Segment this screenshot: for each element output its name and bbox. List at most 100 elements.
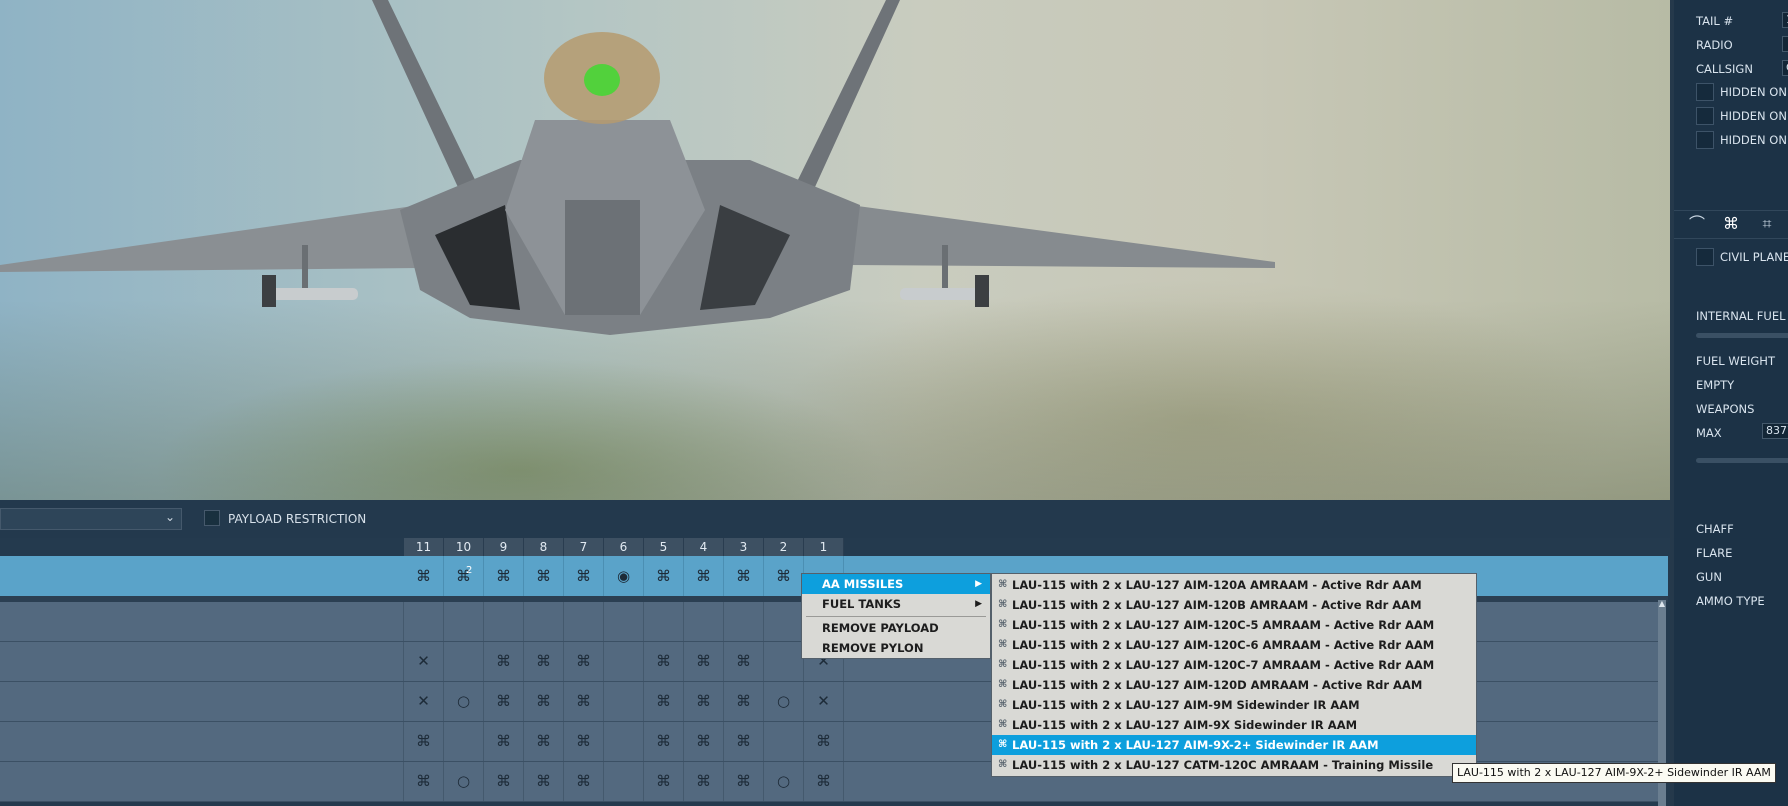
- row-label-cell[interactable]: [0, 762, 404, 801]
- station-header-10[interactable]: 10: [444, 538, 484, 556]
- station-cell-2[interactable]: [764, 722, 804, 761]
- scroll-up-icon[interactable]: ▲: [1658, 600, 1666, 608]
- submenu-item[interactable]: ⌘ LAU-115 with 2 x LAU-127 AIM-120C-7 AMR…: [992, 655, 1476, 675]
- station-cell-7[interactable]: ⌘: [564, 722, 604, 761]
- station-cell-4[interactable]: ⌘: [684, 642, 724, 681]
- loadout-dropdown[interactable]: ⌄: [0, 508, 182, 530]
- station-cell-2[interactable]: [764, 602, 804, 641]
- civil-plane-checkbox[interactable]: [1696, 248, 1714, 266]
- station-cell-6[interactable]: ◉: [604, 556, 644, 596]
- station-header-8[interactable]: 8: [524, 538, 564, 556]
- menu-item-fuel-tanks[interactable]: FUEL TANKS ▶: [802, 594, 990, 614]
- station-cell-7[interactable]: ⌘: [564, 642, 604, 681]
- station-cell-2[interactable]: ⌘: [764, 556, 804, 596]
- station-cell-1[interactable]: ⌘: [804, 722, 844, 761]
- station-cell-5[interactable]: ⌘: [644, 722, 684, 761]
- station-header-9[interactable]: 9: [484, 538, 524, 556]
- row-label-cell[interactable]: [0, 602, 404, 641]
- station-cell-3[interactable]: ⌘: [724, 762, 764, 801]
- station-cell-3[interactable]: [724, 602, 764, 641]
- submenu-item[interactable]: ⌘ LAU-115 with 2 x LAU-127 AIM-120D AMRAA…: [992, 675, 1476, 695]
- station-cell-3[interactable]: ⌘: [724, 642, 764, 681]
- row-label-cell[interactable]: [0, 642, 404, 681]
- station-cell-6[interactable]: [604, 762, 644, 801]
- station-cell-3[interactable]: ⌘: [724, 556, 764, 596]
- station-cell-6[interactable]: [604, 602, 644, 641]
- station-cell-8[interactable]: ⌘: [524, 556, 564, 596]
- station-cell-10[interactable]: ○: [444, 762, 484, 801]
- station-cell-4[interactable]: ⌘: [684, 762, 724, 801]
- station-cell-8[interactable]: ⌘: [524, 642, 564, 681]
- station-cell-9[interactable]: ⌘: [484, 642, 524, 681]
- station-cell-9[interactable]: ⌘: [484, 556, 524, 596]
- station-cell-8[interactable]: [524, 602, 564, 641]
- route-icon[interactable]: ⌒: [1682, 212, 1712, 236]
- station-cell-5[interactable]: ⌘: [644, 682, 684, 721]
- station-cell-10[interactable]: [444, 642, 484, 681]
- hidden-on-checkbox-2[interactable]: [1696, 107, 1714, 125]
- station-cell-4[interactable]: ⌘: [684, 682, 724, 721]
- weight-slider[interactable]: [1696, 458, 1788, 463]
- station-header-7[interactable]: 7: [564, 538, 604, 556]
- row-label-cell[interactable]: [0, 556, 404, 596]
- station-cell-9[interactable]: ⌘: [484, 762, 524, 801]
- station-cell-1[interactable]: ✕: [804, 682, 844, 721]
- station-cell-11[interactable]: ✕: [404, 642, 444, 681]
- station-header-5[interactable]: 5: [644, 538, 684, 556]
- station-cell-1[interactable]: ⌘: [804, 762, 844, 801]
- payload-restriction-checkbox[interactable]: [204, 510, 220, 526]
- submenu-item[interactable]: ⌘ LAU-115 with 2 x LAU-127 AIM-120C-6 AMR…: [992, 635, 1476, 655]
- station-cell-2[interactable]: ○: [764, 762, 804, 801]
- station-cell-4[interactable]: ⌘: [684, 722, 724, 761]
- station-header-2[interactable]: 2: [764, 538, 804, 556]
- station-cell-9[interactable]: [484, 602, 524, 641]
- menu-item-aa-missiles[interactable]: AA MISSILES ▶: [802, 574, 990, 594]
- station-header-4[interactable]: 4: [684, 538, 724, 556]
- station-cell-10[interactable]: [444, 602, 484, 641]
- station-cell-6[interactable]: [604, 722, 644, 761]
- station-cell-9[interactable]: ⌘: [484, 722, 524, 761]
- station-cell-8[interactable]: ⌘: [524, 722, 564, 761]
- station-cell-4[interactable]: ⌘: [684, 556, 724, 596]
- station-cell-10[interactable]: ⌘ 2: [444, 556, 484, 596]
- station-header-1[interactable]: 1: [804, 538, 844, 556]
- station-cell-10[interactable]: ○: [444, 682, 484, 721]
- submenu-item[interactable]: ⌘ LAU-115 with 2 x LAU-127 AIM-9M Sidewin…: [992, 695, 1476, 715]
- station-cell-11[interactable]: ⌘: [404, 762, 444, 801]
- hidden-on-checkbox-3[interactable]: [1696, 131, 1714, 149]
- station-cell-8[interactable]: ⌘: [524, 762, 564, 801]
- station-cell-6[interactable]: [604, 642, 644, 681]
- row-label-cell[interactable]: [0, 682, 404, 721]
- station-cell-3[interactable]: ⌘: [724, 682, 764, 721]
- submenu-item[interactable]: ⌘ LAU-115 with 2 x LAU-127 AIM-120B AMRAA…: [992, 595, 1476, 615]
- station-cell-2[interactable]: ○: [764, 682, 804, 721]
- station-cell-9[interactable]: ⌘: [484, 682, 524, 721]
- station-header-11[interactable]: 11: [404, 538, 444, 556]
- payload-icon[interactable]: ⌘: [1716, 212, 1746, 236]
- station-cell-5[interactable]: ⌘: [644, 762, 684, 801]
- menu-item-remove-pylon[interactable]: REMOVE PYLON: [802, 638, 990, 658]
- submenu-item[interactable]: ⌘ LAU-115 with 2 x LAU-127 AIM-120A AMRAA…: [992, 575, 1476, 595]
- station-cell-8[interactable]: ⌘: [524, 682, 564, 721]
- station-cell-5[interactable]: ⌘: [644, 642, 684, 681]
- submenu-item[interactable]: ⌘ LAU-115 with 2 x LAU-127 AIM-9X Sidewin…: [992, 715, 1476, 735]
- station-cell-10[interactable]: [444, 722, 484, 761]
- station-cell-5[interactable]: [644, 602, 684, 641]
- station-cell-11[interactable]: ✕: [404, 682, 444, 721]
- station-header-6[interactable]: 6: [604, 538, 644, 556]
- hidden-on-checkbox-1[interactable]: [1696, 83, 1714, 101]
- menu-item-remove-payload[interactable]: REMOVE PAYLOAD: [802, 618, 990, 638]
- station-cell-11[interactable]: [404, 602, 444, 641]
- station-cell-5[interactable]: ⌘: [644, 556, 684, 596]
- submenu-item[interactable]: ⌘ LAU-115 with 2 x LAU-127 AIM-9X-2+ Side…: [992, 735, 1476, 755]
- settings-icon[interactable]: ⌗: [1752, 212, 1782, 236]
- submenu-item[interactable]: ⌘ LAU-115 with 2 x LAU-127 AIM-120C-5 AMR…: [992, 615, 1476, 635]
- station-header-3[interactable]: 3: [724, 538, 764, 556]
- internal-fuel-slider[interactable]: [1696, 333, 1788, 338]
- station-cell-3[interactable]: ⌘: [724, 722, 764, 761]
- station-cell-7[interactable]: ⌘: [564, 762, 604, 801]
- station-cell-2[interactable]: [764, 642, 804, 681]
- submenu-item[interactable]: ⌘ LAU-115 with 2 x LAU-127 CATM-120C AMRA…: [992, 755, 1476, 775]
- station-cell-7[interactable]: [564, 602, 604, 641]
- station-cell-7[interactable]: ⌘: [564, 682, 604, 721]
